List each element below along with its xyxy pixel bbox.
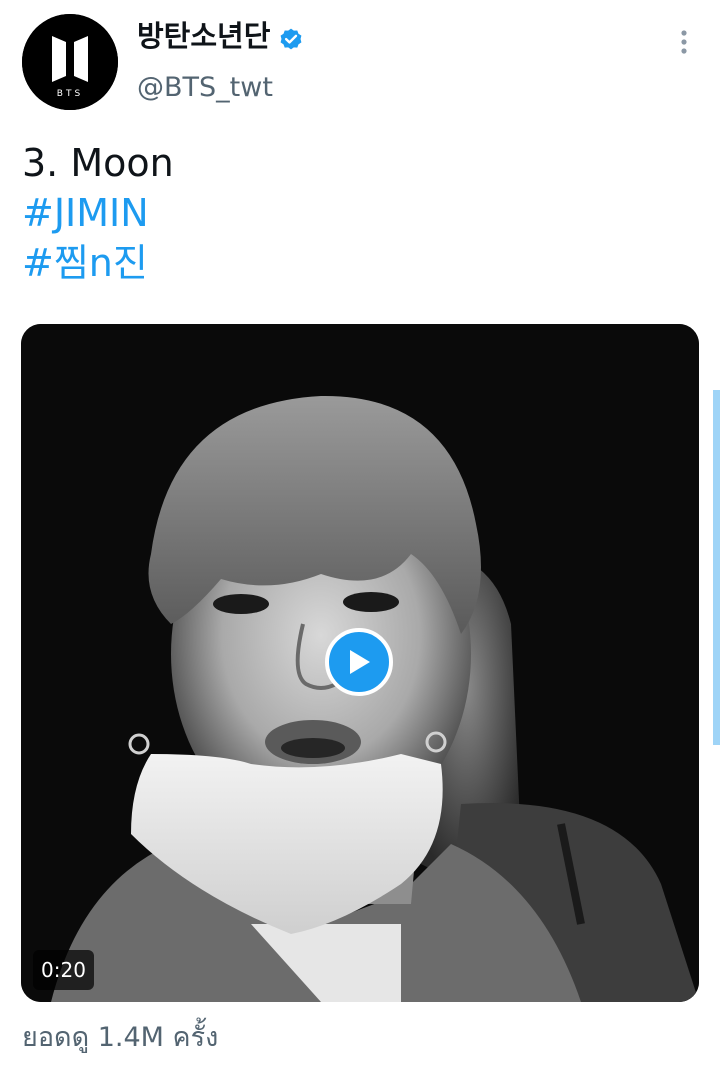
view-count: ยอดดู 1.4M ครั้ง <box>22 1018 218 1058</box>
tweet-detail: BTS 방탄소년단 @BTS_twt 3. Moon #JIMIN #찜n진 0… <box>0 0 720 1067</box>
avatar[interactable]: BTS <box>22 14 118 110</box>
view-count-suffix: ครั้ง <box>172 1022 219 1053</box>
view-count-value: 1.4M <box>97 1022 164 1053</box>
view-count-prefix: ยอดดู <box>22 1022 90 1053</box>
play-icon <box>350 650 370 674</box>
play-button[interactable] <box>325 628 393 696</box>
hashtag-link-jimin[interactable]: #JIMIN <box>22 188 174 238</box>
scrollbar[interactable] <box>713 390 720 745</box>
user-handle[interactable]: @BTS_twt <box>137 70 273 106</box>
tweet-line-text: 3. Moon <box>22 141 174 185</box>
video-duration: 0:20 <box>33 950 94 990</box>
display-name-text[interactable]: 방탄소년단 <box>137 16 270 56</box>
verified-badge-icon <box>278 23 304 50</box>
video-player[interactable]: 0:20 <box>21 324 699 1002</box>
more-options-button[interactable] <box>666 24 702 60</box>
display-name[interactable]: 방탄소년단 <box>137 16 304 56</box>
avatar-label: BTS <box>57 89 83 99</box>
more-vertical-icon <box>681 30 687 54</box>
bts-logo-icon: BTS <box>22 14 118 110</box>
tweet-text: 3. Moon #JIMIN #찜n진 <box>22 138 174 288</box>
hashtag-link-jjim-n-jin[interactable]: #찜n진 <box>22 238 174 288</box>
